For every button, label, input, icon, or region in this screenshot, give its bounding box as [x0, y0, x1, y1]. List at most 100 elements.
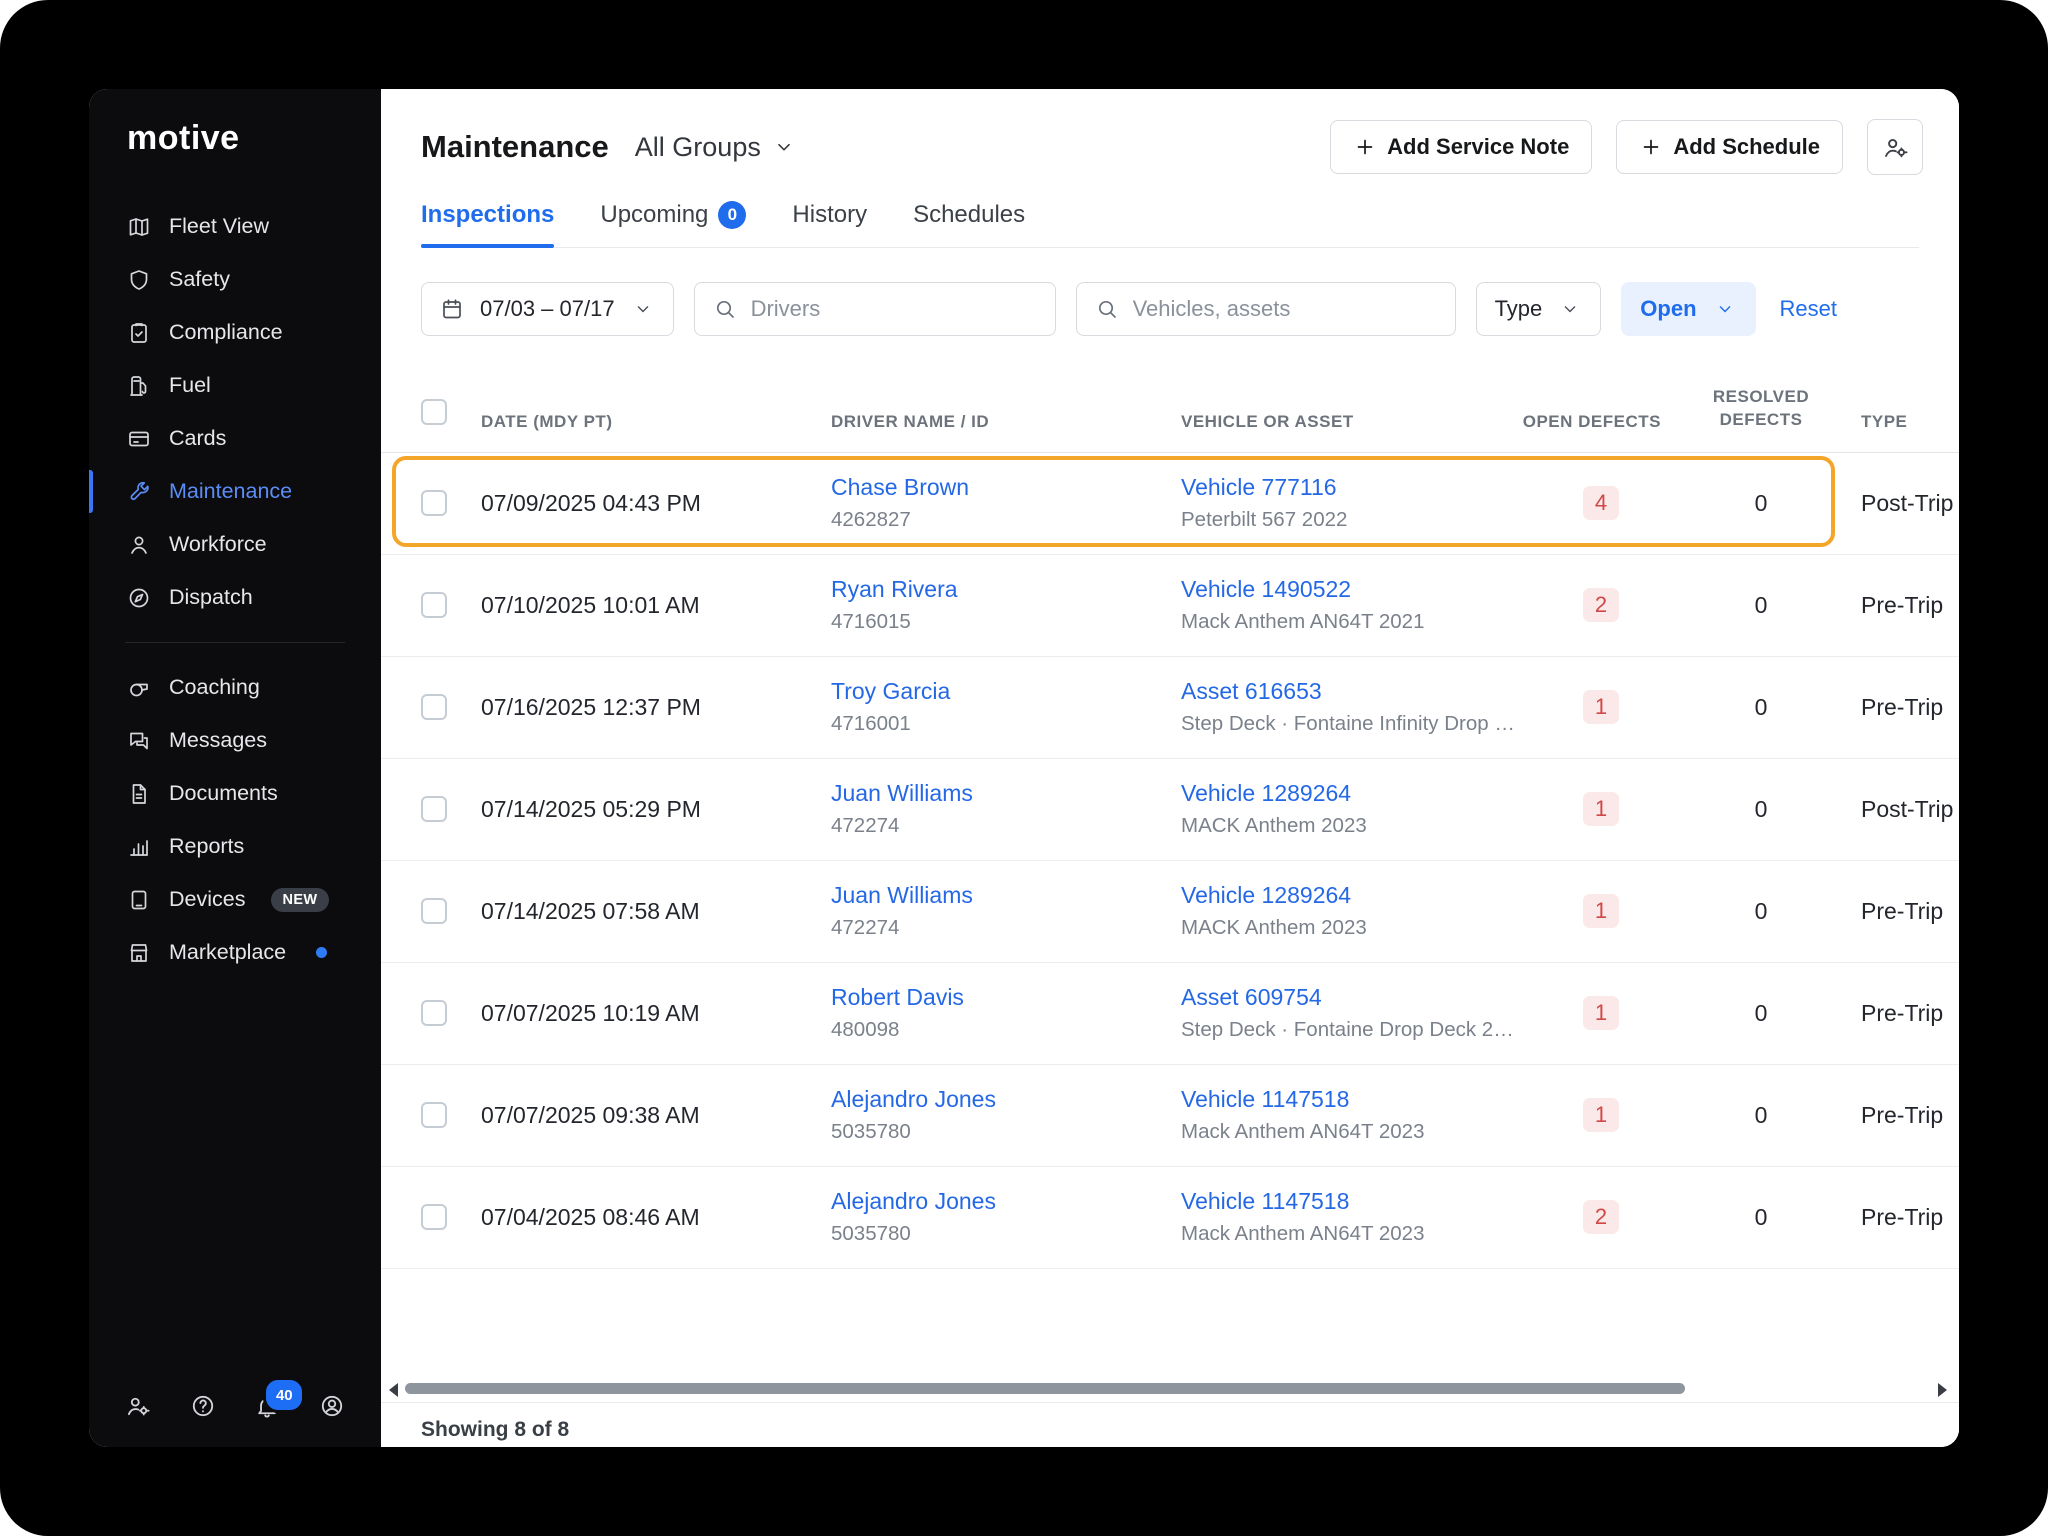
cell-driver: Juan Williams 472274 [831, 780, 1181, 838]
open-defects-badge[interactable]: 1 [1583, 690, 1619, 724]
row-checkbox[interactable] [421, 694, 447, 720]
row-checkbox[interactable] [421, 592, 447, 618]
vehicle-link[interactable]: Vehicle 1289264 [1181, 780, 1541, 807]
table-row[interactable]: 07/07/2025 10:19 AM Robert Davis 480098 … [381, 963, 1959, 1065]
open-defects-badge[interactable]: 1 [1583, 894, 1619, 928]
sidebar-item-devices[interactable]: DevicesNEW [89, 873, 381, 926]
tab-history[interactable]: History [792, 201, 867, 247]
table-row[interactable]: 07/16/2025 12:37 PM Troy Garcia 4716001 … [381, 657, 1959, 759]
wrench-icon [127, 480, 151, 504]
open-defects-badge[interactable]: 1 [1583, 792, 1619, 826]
sidebar-item-documents[interactable]: Documents [89, 767, 381, 820]
tab-schedules[interactable]: Schedules [913, 201, 1025, 247]
vehicle-link[interactable]: Vehicle 1147518 [1181, 1086, 1541, 1113]
chevron-down-icon [1558, 299, 1582, 319]
sidebar-bottom-bar: 40 [89, 1393, 381, 1419]
card-icon [127, 427, 151, 451]
table-row[interactable]: 07/04/2025 08:46 AM Alejandro Jones 5035… [381, 1167, 1959, 1269]
cell-vehicle: Vehicle 777116 Peterbilt 567 2022 [1181, 474, 1541, 532]
notifications-button[interactable]: 40 [254, 1393, 280, 1419]
vehicle-info: Step Deck · Fontaine Infinity Drop D... [1181, 712, 1525, 736]
vehicles-search[interactable] [1076, 282, 1456, 336]
sidebar-item-workforce[interactable]: Workforce [89, 518, 381, 571]
vehicle-link[interactable]: Vehicle 777116 [1181, 474, 1541, 501]
sidebar-item-fleet-view[interactable]: Fleet View [89, 200, 381, 253]
scroll-left-arrow[interactable] [389, 1383, 398, 1397]
group-selector[interactable]: All Groups [635, 132, 795, 163]
tab-inspections[interactable]: Inspections [421, 201, 554, 247]
row-checkbox[interactable] [421, 1204, 447, 1230]
vehicle-link[interactable]: Asset 609754 [1181, 984, 1541, 1011]
sidebar-item-coaching[interactable]: Coaching [89, 661, 381, 714]
vehicle-link[interactable]: Asset 616653 [1181, 678, 1541, 705]
driver-link[interactable]: Robert Davis [831, 984, 1181, 1011]
driver-link[interactable]: Ryan Rivera [831, 576, 1181, 603]
tab-upcoming[interactable]: Upcoming 0 [600, 201, 746, 247]
drivers-search[interactable] [694, 282, 1056, 336]
add-schedule-button[interactable]: Add Schedule [1616, 120, 1843, 174]
open-defects-badge[interactable]: 4 [1583, 486, 1619, 520]
account-icon[interactable] [319, 1393, 345, 1419]
open-defects-badge[interactable]: 1 [1583, 1098, 1619, 1132]
open-defects-badge[interactable]: 1 [1583, 996, 1619, 1030]
sidebar-item-fuel[interactable]: Fuel [89, 359, 381, 412]
marketplace-dot [316, 947, 327, 958]
table-row[interactable]: 07/09/2025 04:43 PM Chase Brown 4262827 … [381, 453, 1959, 555]
inspection-type: Post-Trip [1861, 796, 1959, 823]
scrollbar-thumb[interactable] [405, 1383, 1685, 1394]
sidebar-item-label: Compliance [169, 320, 283, 345]
row-checkbox[interactable] [421, 1102, 447, 1128]
row-checkbox[interactable] [421, 796, 447, 822]
admin-settings-icon[interactable] [125, 1393, 151, 1419]
sidebar-divider [125, 642, 345, 643]
row-checkbox[interactable] [421, 1000, 447, 1026]
row-checkbox[interactable] [421, 490, 447, 516]
date-range-value: 07/03 – 07/17 [480, 296, 615, 322]
sidebar-item-cards[interactable]: Cards [89, 412, 381, 465]
sidebar-item-compliance[interactable]: Compliance [89, 306, 381, 359]
driver-id: 472274 [831, 814, 1175, 838]
open-defects-badge[interactable]: 2 [1583, 588, 1619, 622]
table-row[interactable]: 07/14/2025 07:58 AM Juan Williams 472274… [381, 861, 1959, 963]
sidebar-item-label: Safety [169, 267, 230, 292]
table-row[interactable]: 07/10/2025 10:01 AM Ryan Rivera 4716015 … [381, 555, 1959, 657]
vehicle-link[interactable]: Vehicle 1289264 [1181, 882, 1541, 909]
help-icon[interactable] [190, 1393, 216, 1419]
vehicles-search-input[interactable] [1131, 295, 1437, 323]
table-row[interactable]: 07/07/2025 09:38 AM Alejandro Jones 5035… [381, 1065, 1959, 1167]
driver-link[interactable]: Juan Williams [831, 882, 1181, 909]
status-filter-open[interactable]: Open [1621, 282, 1755, 336]
driver-link[interactable]: Juan Williams [831, 780, 1181, 807]
cell-driver: Ryan Rivera 4716015 [831, 576, 1181, 634]
reset-filters-link[interactable]: Reset [1780, 296, 1837, 322]
drivers-search-input[interactable] [749, 295, 1037, 323]
sidebar-item-reports[interactable]: Reports [89, 820, 381, 873]
sidebar-item-safety[interactable]: Safety [89, 253, 381, 306]
sidebar-item-dispatch[interactable]: Dispatch [89, 571, 381, 624]
select-all-checkbox[interactable] [421, 399, 447, 425]
driver-link[interactable]: Chase Brown [831, 474, 1181, 501]
sidebar-item-maintenance[interactable]: Maintenance [89, 465, 381, 518]
cell-open-defects: 1 [1541, 996, 1661, 1030]
open-defects-badge[interactable]: 2 [1583, 1200, 1619, 1234]
driver-link[interactable]: Troy Garcia [831, 678, 1181, 705]
resolved-defects-value: 0 [1755, 694, 1768, 721]
date-range-picker[interactable]: 07/03 – 07/17 [421, 282, 674, 336]
sidebar-item-label: Dispatch [169, 585, 253, 610]
sidebar-item-messages[interactable]: Messages [89, 714, 381, 767]
cell-driver: Troy Garcia 4716001 [831, 678, 1181, 736]
sidebar-item-marketplace[interactable]: Marketplace [89, 926, 381, 979]
scroll-right-arrow[interactable] [1938, 1383, 1947, 1397]
vehicle-link[interactable]: Vehicle 1490522 [1181, 576, 1541, 603]
driver-link[interactable]: Alejandro Jones [831, 1086, 1181, 1113]
cell-open-defects: 1 [1541, 792, 1661, 826]
table-row[interactable]: 07/14/2025 05:29 PM Juan Williams 472274… [381, 759, 1959, 861]
cell-open-defects: 2 [1541, 1200, 1661, 1234]
row-checkbox[interactable] [421, 898, 447, 924]
type-filter[interactable]: Type [1476, 282, 1602, 336]
admin-settings-button[interactable] [1867, 119, 1923, 175]
add-service-note-button[interactable]: Add Service Note [1330, 120, 1592, 174]
header-actions: Add Service Note Add Schedule [1330, 119, 1923, 175]
vehicle-link[interactable]: Vehicle 1147518 [1181, 1188, 1541, 1215]
driver-link[interactable]: Alejandro Jones [831, 1188, 1181, 1215]
